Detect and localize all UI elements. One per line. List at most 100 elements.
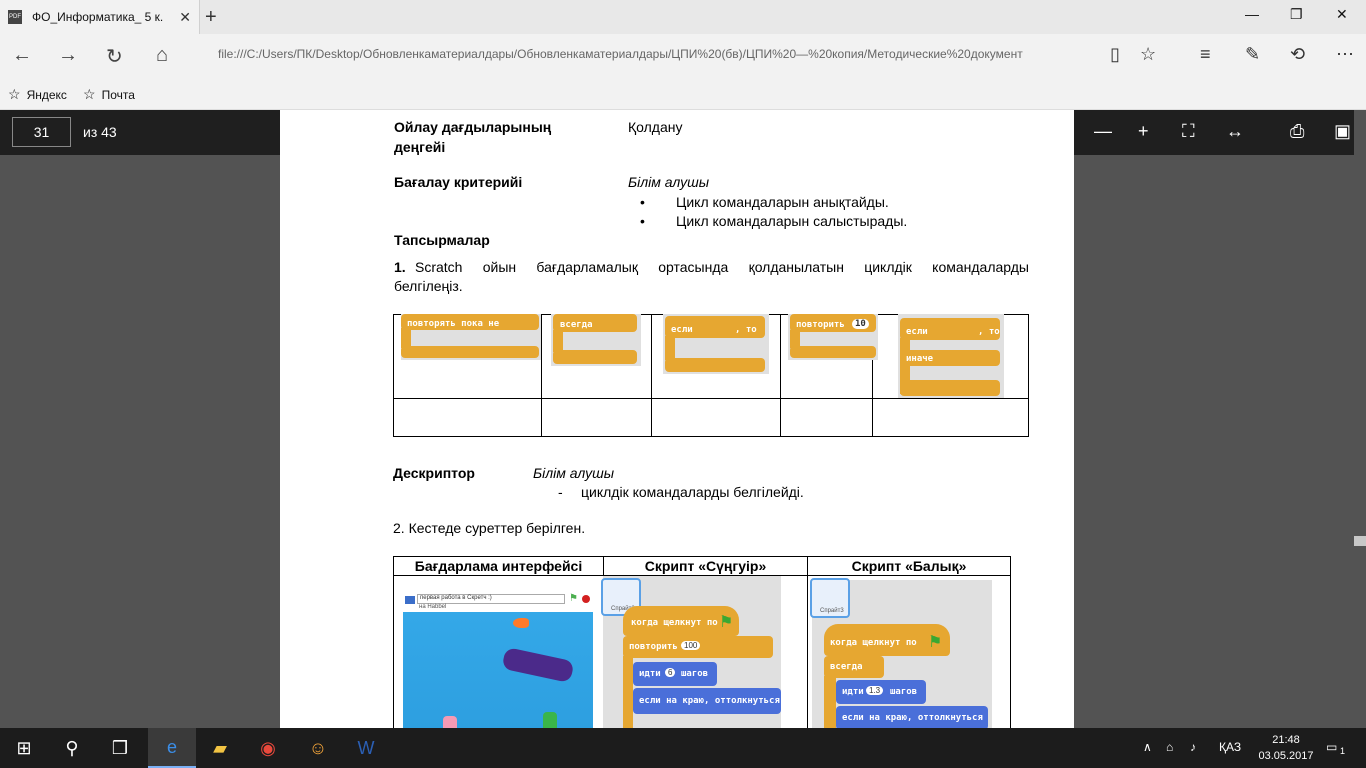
edge-icon[interactable]: e [148,728,196,768]
more-icon[interactable]: ⋯ [1336,44,1354,65]
file-explorer-icon[interactable]: ▰ [196,728,244,768]
zoom-out-icon[interactable]: — [1094,121,1112,142]
header-interface: Бағдарлама интерфейсі [393,556,604,576]
criteria-item: Цикл командаларын анықтайды. [676,194,889,210]
fish-sprite-thumb[interactable]: Спрайт3 [810,578,850,618]
reading-view-icon[interactable]: ▯ [1110,44,1120,65]
stop-icon[interactable] [582,595,590,603]
answer-cell[interactable] [541,398,652,437]
descriptor-intro: Білім алушы [533,465,615,481]
back-button[interactable]: ← [12,44,32,67]
favorite-pochta[interactable]: ☆ Почта [83,86,135,103]
event-block: когда щелкнут по ⚑ [824,624,950,656]
answer-cell[interactable] [872,398,1029,437]
event-block: когда щелкнут по ⚑ [623,606,739,636]
project-title: первая работа в Скретч :) [417,594,565,604]
hub-icon[interactable]: ≡ [1200,44,1211,65]
task2-text: 2. Кестеде суреттер берілген. [393,520,586,536]
diver-sprite [501,646,575,684]
favorites-bar: ☆ Яндекс ☆ Почта [0,78,1366,110]
minimize-button[interactable]: — [1245,6,1259,22]
move-block: идти 1.3 шагов [836,680,926,704]
scratch-icon[interactable]: ☺ [294,728,342,768]
star-icon: ☆ [83,86,96,102]
answer-cell[interactable] [651,398,781,437]
address-bar: ← → ↻ ⌂ file:///C:/Users/ПК/Desktop/Обно… [0,34,1366,78]
green-flag-icon[interactable]: ⚑ [569,593,578,604]
answer-cell[interactable] [393,398,542,437]
move-block: идти 6 шагов [633,662,717,686]
page-total: из 43 [83,124,117,140]
close-window-button[interactable]: ✕ [1336,6,1348,23]
new-tab-button[interactable]: + [205,6,217,29]
pdf-icon: PDF [8,10,22,24]
language-indicator[interactable]: ҚАЗ [1219,740,1241,754]
bounce-block: если на краю, оттолкнуться [633,688,781,714]
taskbar: ⊞ ⚲ ❒ e ▰ ◉ ☺ W ∧ ⌂ ♪ ҚАЗ 21:48 03.05.20… [0,728,1366,768]
print-icon[interactable]: ⎙ [1290,121,1304,142]
repeat-block: повторить 10 [788,314,878,360]
project-author: на Habbel [419,604,447,610]
header-fish: Скрипт «Балық» [807,556,1011,576]
green-flag-icon: ⚑ [928,634,943,651]
descriptor-item: циклдік командаларды белгілейді. [581,484,804,500]
diver-script-area: Спрайт2 когда щелкнут по ⚑ повторить 100… [601,576,781,730]
descriptor-label: Дескриптор [393,465,475,481]
search-icon[interactable]: ⚲ [48,728,96,768]
clock[interactable]: 21:48 03.05.2017 [1254,732,1318,764]
task1-number: 1. [394,259,406,275]
chrome-icon[interactable]: ◉ [244,728,292,768]
criteria-intro: Білім алушы [628,174,710,190]
tab-title: ФО_Информатика_ 5 к. [32,10,164,24]
url-field[interactable]: file:///C:/Users/ПК/Desktop/Обновленкама… [218,47,1093,61]
notifications-icon[interactable]: ▭ [1326,740,1337,754]
favorite-star-icon[interactable]: ☆ [1140,44,1156,65]
bullet-icon: • [640,213,645,229]
star-icon: ☆ [8,86,21,102]
network-icon[interactable]: ⌂ [1166,740,1173,754]
pdf-page: Ойлау дағдыларының деңгейі Қолдану Бағал… [280,110,1074,730]
if-then-block: если , то [663,314,769,374]
fullscreen-icon [405,596,415,604]
fit-page-icon[interactable]: ⛶ [1182,121,1195,142]
pdf-toolbar: 31 из 43 — + ⛶ ↔ ⎙ ▣ [0,110,1366,155]
save-icon[interactable]: ▣ [1334,121,1351,142]
start-button[interactable]: ⊞ [0,728,48,768]
answer-cell[interactable] [780,398,873,437]
volume-icon[interactable]: ♪ [1190,740,1196,754]
browser-tab[interactable]: PDF ФО_Информатика_ 5 к. ✕ [0,0,200,34]
bounce-block: если на краю, оттолкнуться [836,706,988,730]
criteria-label: Бағалау критерийі [394,174,523,190]
home-button[interactable]: ⌂ [156,44,168,67]
dash-icon: - [558,484,563,500]
task1-text-2: белгілеңіз. [394,278,463,294]
refresh-button[interactable]: ↻ [106,44,123,69]
vertical-scrollbar[interactable] [1354,110,1366,730]
criteria-item: Цикл командаларын салыстырады. [676,213,908,229]
header-diver: Скрипт «Сүңгуір» [603,556,808,576]
stage-canvas [403,612,593,730]
scratch-stage-panel: первая работа в Скретч :) на Habbel ⚑ [401,590,595,730]
close-tab-icon[interactable]: ✕ [179,9,191,26]
maximize-button[interactable]: ❐ [1290,6,1303,23]
bullet-icon: • [640,194,645,210]
word-icon[interactable]: W [342,728,390,768]
if-else-block: если , то иначе [898,314,1004,398]
title-bar: PDF ФО_Информатика_ 5 к. ✕ + — ❐ ✕ [0,0,1366,34]
fish-script-area: Спрайт3 когда щелкнут по ⚑ всегда идти 1… [810,578,992,730]
share-icon[interactable]: ⟲ [1290,44,1305,65]
task1-text: Scratch ойын бағдарламалық ортасында қол… [415,259,1029,275]
forever-block: всегда [824,656,884,678]
favorite-yandex[interactable]: ☆ Яндекс [8,86,67,103]
task-view-icon[interactable]: ❒ [96,728,144,768]
green-flag-icon: ⚑ [719,614,734,631]
page-number-input[interactable]: 31 [12,117,71,147]
notification-count: 1 [1340,746,1346,756]
fit-width-icon[interactable]: ↔ [1226,121,1244,142]
chevron-up-icon[interactable]: ∧ [1143,740,1152,754]
tasks-label: Тапсырмалар [394,232,490,248]
forward-button[interactable]: → [58,44,78,67]
web-note-icon[interactable]: ✎ [1245,44,1260,65]
scrollbar-thumb[interactable] [1354,536,1366,546]
zoom-in-icon[interactable]: + [1138,121,1149,142]
